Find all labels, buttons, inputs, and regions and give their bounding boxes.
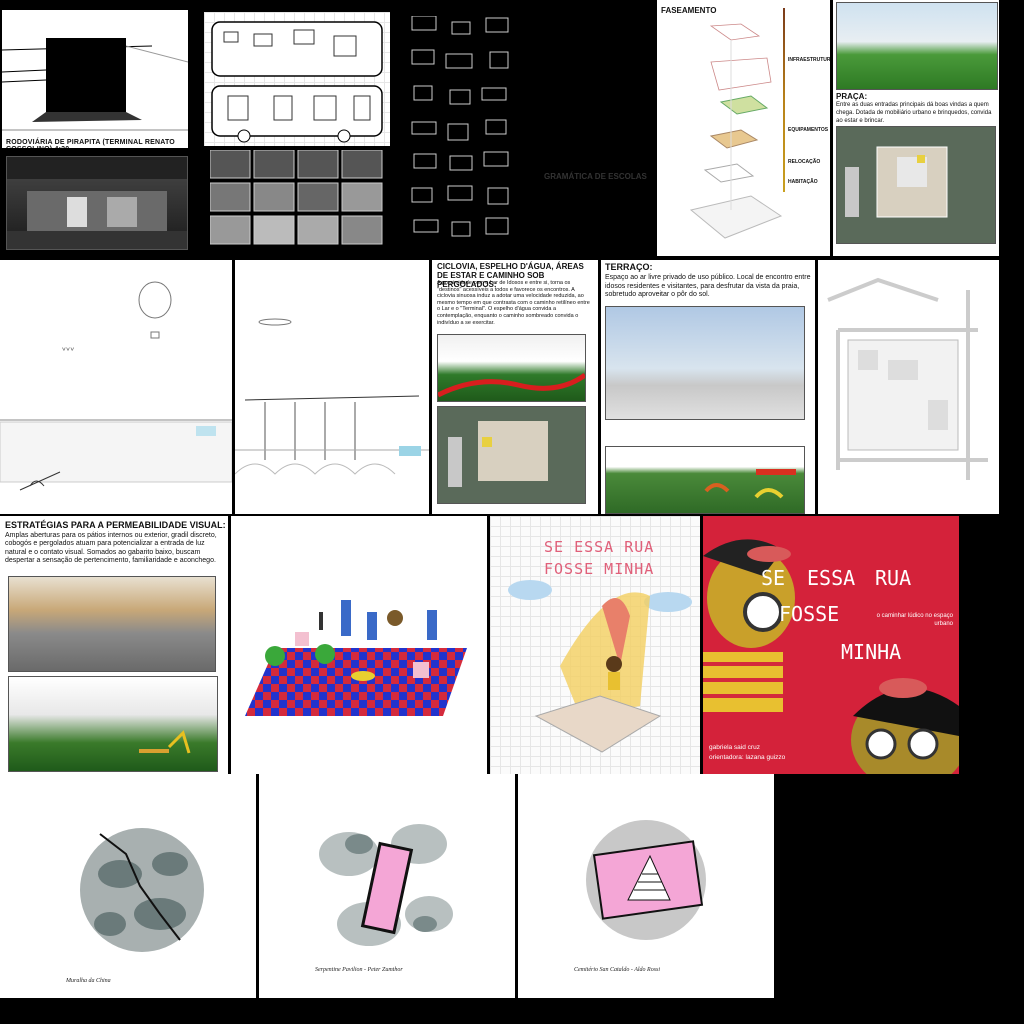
school-module-grid [411,16,509,237]
cover-subtitle: o caminhar lúdico no espaço urbano [876,613,953,627]
rua-cover-characters [703,539,959,774]
tile-pavilion-elevation [235,260,429,514]
diagram-caption-serpentine: Serpentine Pavilion - Peter Zumthor [315,967,403,973]
tile-checkerboard [231,516,487,774]
praca-title: PRAÇA: [836,92,868,101]
terminal-elevation-sketch [2,10,188,148]
checkerboard-city-illustration [245,600,467,716]
tile-estrategias: ESTRATÉGIAS PARA A PERMEABILIDADE VISUAL… [0,516,228,774]
terraco-render-2 [605,446,805,514]
terraco-render-1 [605,306,805,420]
phase-label-2: EQUIPAMENTOS [788,127,829,133]
san-cataldo-diagram [586,820,706,940]
cover-title-fosse: FOSSE [779,602,840,626]
terminal-photo [6,156,188,250]
tile-escolas: GRAMÁTICA DE ESCOLAS [398,0,654,256]
cover-title-rua: RUA [875,566,912,590]
phase-label-1: INFRAESTRUTURA [788,57,830,63]
tile-balloon-elevation: ᵛᵛᵛ [0,260,232,514]
tile-diagram-muralha: Muralha da China [0,774,256,998]
rua-sketch-illustration [508,580,692,753]
playground-equipment [139,730,191,754]
bus-photo-thumbnails [210,150,383,245]
bus-photo-grid [210,150,386,246]
tile-rua-sketch: SE ESSA RUA FOSSE MINHA [490,516,700,774]
tile-diagram-cataldo: Cemitério San Cataldo - Aldo Rossi [518,774,774,998]
praca-site-plan [836,126,996,244]
praca-plan-drawing [845,146,948,218]
tile-rua-cover: SE ESSA RUA FOSSE MINHA o caminhar lúdic… [703,516,959,774]
terraco-body: Espaço ao ar livre privado de uso públic… [605,274,811,298]
terminal-section-drawing: RODOVIÁRIA DE PIRAPITA (TERMINAL RENATO … [2,10,188,148]
tile-urban-plan [818,260,999,514]
cover-author: gabriela said cruz [709,744,760,751]
svg-text:ᵛᵛᵛ: ᵛᵛᵛ [62,346,75,357]
phasing-exploded-axonometric [689,23,783,239]
tile-bus-drawings [204,12,390,248]
praca-body: Entre as duas entradas principais dá boa… [836,102,992,124]
terraco-title: TERRAÇO: [605,262,653,272]
tile-ciclovia: CICLOVIA, ESPELHO D'ÁGUA, ÁREAS DE ESTAR… [432,260,598,514]
ciclovia-site-plan [437,406,586,504]
estrategias-title: ESTRATÉGIAS PARA A PERMEABILIDADE VISUAL… [5,520,226,530]
tile-diagram-serpentine: Serpentine Pavilion - Peter Zumthor [259,774,515,998]
muralha-circle-diagram [80,828,204,952]
urban-block-plan [827,277,988,480]
tile-bus-terminal: RODOVIÁRIA DE PIRAPITA (TERMINAL RENATO … [0,10,190,250]
phase-label-4: HABITAÇÃO [788,179,818,185]
diagram-caption-muralha: Muralha da China [66,978,111,984]
terminal-interior-photo [7,157,187,249]
ciclovia-path [438,372,585,398]
bus-plan-drawing [204,12,390,146]
phase-timeline-bar [783,8,785,192]
ciclovia-render [437,334,586,402]
praca-render [836,2,998,90]
tile-terraco: TERRAÇO: Espaço ao ar livre privado de u… [601,260,815,514]
ciclovia-body: A proximidade com o Lar de Idosos e entr… [437,280,590,326]
estrategias-render-2 [8,676,218,772]
diagram-caption-cataldo: Cemitério San Cataldo - Aldo Rossi [574,967,661,973]
balloon-landscape-elevation: ᵛᵛᵛ [0,281,232,491]
cover-title-minha: MINHA [841,640,902,664]
terminal-caption: RODOVIÁRIA DE PIRAPITA (TERMINAL RENATO … [6,139,175,148]
phase-label-3: RELOCAÇÃO [788,159,821,165]
terraco-hammocks [704,469,796,499]
bus-plan-elevation-sketch [211,21,383,143]
cover-advisor: orientadora: lazana guizzo [709,754,786,761]
estrategias-render-1 [8,576,216,672]
tile-faseamento: FASEAMENTO INFRAESTRUTURA EQUIPAMENTOS R… [657,0,830,256]
escolas-title: GRAMÁTICA DE ESCOLAS [544,172,647,181]
serpentine-pavilion-diagram [319,824,453,946]
cover-title-essa: ESSA [807,566,856,590]
tile-praca: PRAÇA: Entre as duas entradas principais… [833,0,999,256]
cover-title-se: SE [761,566,786,590]
ciclovia-plan-drawing [448,421,548,487]
estrategias-body: Amplas aberturas para os pátios internos… [5,532,217,565]
pavilion-elevation-sketch [235,318,429,475]
